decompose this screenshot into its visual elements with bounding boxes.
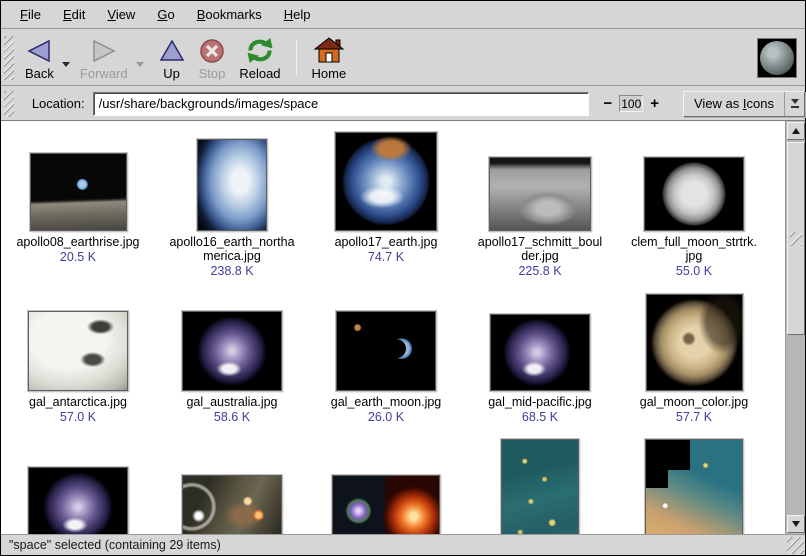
zoom-out-button[interactable]: − (599, 95, 616, 113)
file-size: 55.0 K (676, 264, 712, 278)
file-item[interactable]: gal_mid-pacific.jpg 68.5 K (465, 291, 615, 424)
menu-bookmarks[interactable]: Bookmarks (186, 3, 273, 26)
up-button[interactable]: Up (153, 33, 191, 83)
file-thumbnail[interactable] (335, 132, 437, 231)
stop-icon (199, 36, 225, 66)
file-item[interactable]: apollo08_earthrise.jpg 20.5 K (3, 131, 153, 278)
file-item[interactable]: gal_antarctica.jpg 57.0 K (3, 291, 153, 424)
file-thumbnail[interactable] (197, 139, 267, 231)
menu-edit[interactable]: Edit (52, 3, 96, 26)
file-name: apollo17_earth.jpg (335, 235, 438, 249)
file-name: gal_earth_moon.jpg (331, 395, 442, 409)
file-size: 225.8 K (518, 264, 561, 278)
zoom-level-indicator[interactable]: 100 (619, 95, 643, 112)
file-size: 26.0 K (368, 410, 404, 424)
scrollbar-grip-icon (790, 232, 802, 246)
file-thumbnail[interactable] (182, 475, 282, 534)
file-size: 20.5 K (60, 250, 96, 264)
toolbar-drag-handle[interactable] (4, 36, 14, 80)
view-as-arrow-button[interactable] (784, 92, 804, 116)
location-bar-drag-handle[interactable] (4, 91, 14, 117)
file-thumbnail[interactable] (28, 467, 128, 534)
status-text: "space" selected (containing 29 items) (9, 538, 221, 552)
arrow-down-icon (792, 521, 800, 527)
menu-file[interactable]: File (9, 3, 52, 26)
arrow-up-icon (792, 128, 800, 134)
file-item[interactable] (619, 447, 769, 534)
file-name: gal_australia.jpg (186, 395, 277, 409)
file-item[interactable] (311, 447, 461, 534)
icon-view[interactable]: apollo08_earthrise.jpg 20.5 K apollo16_e… (1, 121, 805, 534)
file-thumbnail[interactable] (30, 153, 127, 231)
window-resize-grip[interactable] (787, 537, 804, 554)
file-thumbnail[interactable] (28, 311, 128, 391)
file-item[interactable]: apollo17_schmitt_boul der.jpg 225.8 K (465, 131, 615, 278)
throbber-sphere-icon (760, 41, 794, 75)
location-bar: Location: − 100 + View as Icons (1, 87, 805, 121)
status-bar: "space" selected (containing 29 items) (1, 534, 805, 555)
file-size: 68.5 K (522, 410, 558, 424)
file-size: 238.8 K (210, 264, 253, 278)
file-thumbnail[interactable] (646, 294, 743, 391)
back-dropdown-chevron-icon[interactable] (61, 61, 71, 68)
file-size: 58.6 K (214, 410, 250, 424)
file-thumbnail[interactable] (182, 311, 282, 391)
file-name: gal_mid-pacific.jpg (488, 395, 592, 409)
forward-dropdown-chevron-icon[interactable] (135, 61, 145, 68)
file-name: apollo08_earthrise.jpg (16, 235, 139, 249)
menu-help[interactable]: Help (273, 3, 322, 26)
file-item[interactable]: gal_earth_moon.jpg 26.0 K (311, 291, 461, 424)
back-arrow-icon (26, 36, 52, 66)
home-icon (314, 36, 344, 66)
file-thumbnail[interactable] (490, 314, 590, 391)
file-name: apollo17_schmitt_boul der.jpg (478, 235, 602, 263)
file-thumbnail[interactable] (645, 439, 743, 534)
file-item[interactable]: gal_australia.jpg 58.6 K (157, 291, 307, 424)
forward-button[interactable]: Forward (74, 33, 134, 83)
menu-view[interactable]: View (96, 3, 146, 26)
home-button[interactable]: Home (306, 33, 353, 83)
forward-arrow-icon (91, 36, 117, 66)
file-item[interactable] (157, 447, 307, 534)
menu-go[interactable]: Go (146, 3, 185, 26)
file-item[interactable]: clem_full_moon_strtrk. jpg 55.0 K (619, 131, 769, 278)
view-as-dropdown[interactable]: View as Icons (683, 91, 805, 117)
file-item[interactable] (3, 447, 153, 534)
menu-bar: File Edit View Go Bookmarks Help (1, 1, 805, 29)
reload-icon (245, 36, 275, 66)
location-input[interactable] (93, 92, 590, 116)
file-thumbnail[interactable] (336, 311, 436, 391)
up-arrow-icon (159, 36, 185, 66)
chevron-down-icon (791, 99, 799, 104)
file-size: 57.0 K (60, 410, 96, 424)
toolbar: Back Forward Up Stop (1, 30, 805, 86)
file-name: apollo16_earth_northa merica.jpg (169, 235, 294, 263)
file-item[interactable]: apollo17_earth.jpg 74.7 K (311, 131, 461, 278)
file-name: clem_full_moon_strtrk. jpg (631, 235, 757, 263)
view-as-label: View as Icons (684, 96, 784, 111)
scrollbar-thumb[interactable] (787, 142, 805, 335)
reload-button[interactable]: Reload (233, 33, 286, 83)
file-size: 57.7 K (676, 410, 712, 424)
file-thumbnail[interactable] (489, 157, 591, 231)
file-name: gal_moon_color.jpg (640, 395, 748, 409)
nautilus-throbber (757, 38, 797, 78)
back-button[interactable]: Back (19, 33, 60, 83)
location-label: Location: (32, 96, 85, 111)
scroll-down-button[interactable] (787, 515, 805, 533)
vertical-scrollbar[interactable] (785, 121, 805, 534)
file-thumbnail[interactable] (644, 157, 744, 231)
file-item[interactable]: gal_moon_color.jpg 57.7 K (619, 291, 769, 424)
zoom-in-button[interactable]: + (646, 95, 663, 113)
stop-button[interactable]: Stop (193, 33, 232, 83)
file-item[interactable] (465, 447, 615, 534)
file-name: gal_antarctica.jpg (29, 395, 127, 409)
file-thumbnail[interactable] (332, 475, 440, 534)
scroll-up-button[interactable] (787, 122, 805, 140)
file-size: 74.7 K (368, 250, 404, 264)
file-item[interactable]: apollo16_earth_northa merica.jpg 238.8 K (157, 131, 307, 278)
file-thumbnail[interactable] (501, 439, 579, 534)
toolbar-separator (296, 40, 297, 76)
